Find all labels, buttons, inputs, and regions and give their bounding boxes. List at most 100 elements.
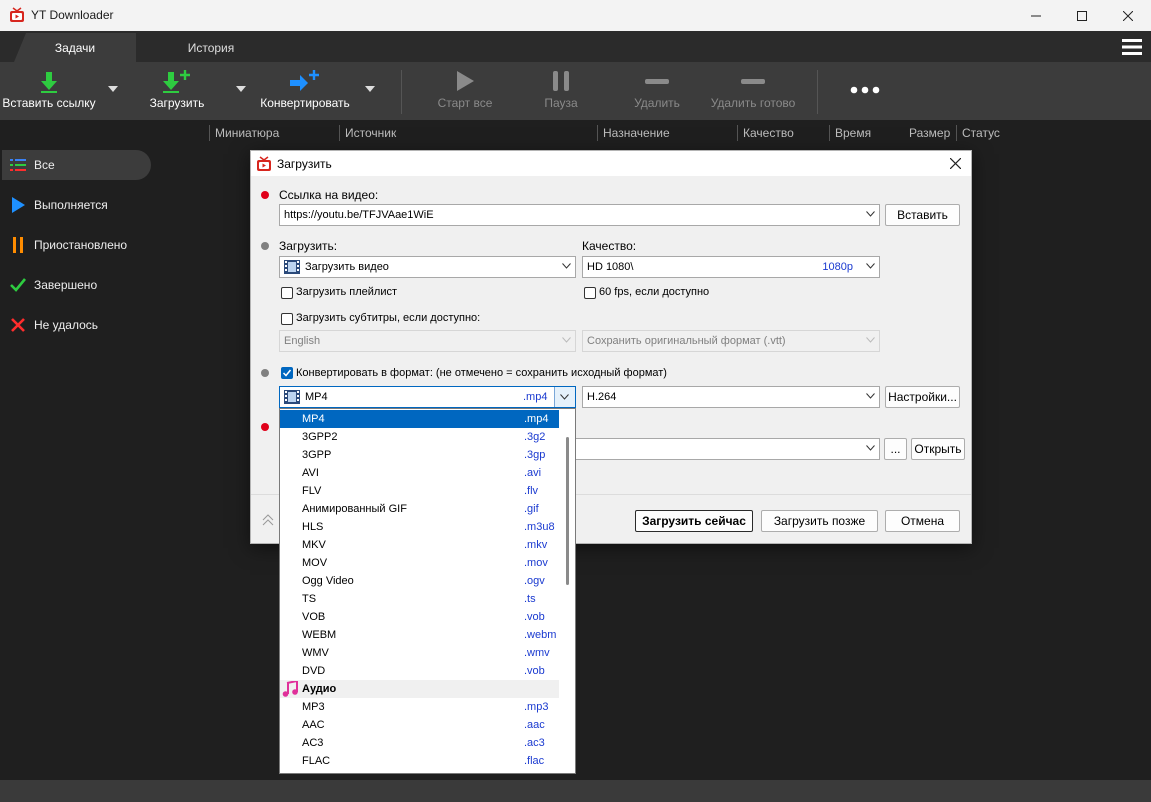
collapse-chevrons-icon[interactable]: [262, 514, 274, 526]
download-later-button[interactable]: Загрузить позже: [761, 510, 878, 532]
paste-button[interactable]: Вставить: [885, 204, 960, 226]
fps-checkbox-label: 60 fps, если доступно: [599, 286, 710, 298]
dropdown-option[interactable]: MP4 .mp4: [280, 410, 559, 428]
playlist-checkbox[interactable]: [281, 287, 293, 299]
convert-checkbox-label: Конвертировать в формат: (не отмечено = …: [296, 367, 667, 379]
sidebar-item-running[interactable]: Выполняется: [2, 190, 151, 220]
tab-history[interactable]: История: [150, 33, 272, 62]
option-extension: .mov: [524, 557, 548, 569]
download-type-select[interactable]: Загрузить видео: [279, 256, 576, 278]
convert-button[interactable]: Конвертировать: [258, 66, 352, 118]
convert-checkbox[interactable]: [281, 367, 293, 379]
pause-button[interactable]: Пауза: [530, 66, 592, 118]
download-now-button[interactable]: Загрузить сейчас: [635, 510, 753, 532]
dropdown-option[interactable]: WEBM .webm: [280, 626, 559, 644]
dropdown-option[interactable]: Анимированный GIF .gif: [280, 500, 559, 518]
dropdown-option[interactable]: AC3 .ac3: [280, 734, 559, 752]
maximize-button[interactable]: [1059, 0, 1105, 31]
codec-select[interactable]: H.264: [582, 386, 880, 408]
play-icon: [457, 71, 474, 91]
dropdown-option[interactable]: 3GPP .3gp: [280, 446, 559, 464]
dropdown-option[interactable]: FLAC .flac: [280, 752, 559, 770]
close-icon[interactable]: [950, 158, 961, 169]
option-extension: .mp4: [524, 413, 549, 425]
chevron-down-icon[interactable]: [236, 86, 246, 92]
format-select[interactable]: MP4 .mp4: [279, 386, 576, 408]
chevron-down-icon[interactable]: [866, 211, 875, 217]
film-icon: [284, 390, 300, 404]
format-value: MP4: [305, 391, 328, 403]
dropdown-option[interactable]: MP3 .mp3: [280, 698, 559, 716]
open-folder-button[interactable]: Открыть: [911, 438, 965, 460]
settings-button[interactable]: Настройки...: [885, 386, 960, 408]
chevron-down-icon[interactable]: [365, 86, 375, 92]
option-extension: .vob: [524, 665, 545, 677]
column-header-source[interactable]: Источник: [339, 125, 396, 141]
dropdown-option[interactable]: AAC .aac: [280, 716, 559, 734]
format-dropdown-button[interactable]: [554, 387, 575, 407]
music-note-icon: [282, 681, 298, 697]
url-field[interactable]: https://youtu.be/TFJVAae1WiE: [279, 204, 880, 226]
pause-label: Пауза: [544, 96, 578, 110]
column-header-destination[interactable]: Назначение: [597, 125, 670, 141]
download-add-icon: [163, 70, 190, 93]
dropdown-option[interactable]: HLS .m3u8: [280, 518, 559, 536]
delete-button[interactable]: Удалить: [624, 66, 690, 118]
start-all-button[interactable]: Старт все: [430, 66, 500, 118]
codec-value: H.264: [587, 391, 617, 403]
sidebar-item-all[interactable]: Все: [2, 150, 151, 180]
dropdown-option[interactable]: 3GPP2 .3g2: [280, 428, 559, 446]
delete-label: Удалить: [634, 96, 680, 110]
app-logo-icon: [10, 7, 24, 22]
dropdown-option[interactable]: MKV .mkv: [280, 536, 559, 554]
scrollbar-thumb[interactable]: [566, 437, 569, 585]
column-header-thumbnail[interactable]: Миниатюра: [209, 125, 279, 141]
option-extension: .avi: [524, 467, 542, 479]
dropdown-option[interactable]: MOV .mov: [280, 554, 559, 572]
chevron-down-icon: [560, 394, 569, 400]
dropdown-option[interactable]: TS .ts: [280, 590, 559, 608]
sidebar-item-failed[interactable]: Не удалось: [2, 310, 151, 340]
column-header-time[interactable]: Время: [829, 125, 871, 141]
hamburger-menu-icon[interactable]: [1122, 38, 1142, 56]
subtitles-checkbox[interactable]: [281, 313, 293, 325]
checkmark-icon: [282, 369, 292, 377]
column-header-status[interactable]: Статус: [956, 125, 1000, 141]
app-logo-icon: [257, 156, 271, 171]
delete-done-button[interactable]: Удалить готово: [706, 66, 800, 118]
more-icon[interactable]: [850, 86, 880, 94]
option-name: VOB: [302, 611, 326, 623]
chevron-down-icon[interactable]: [108, 86, 118, 92]
fps-checkbox[interactable]: [584, 287, 596, 299]
browse-button[interactable]: ...: [884, 438, 907, 460]
option-extension: .3gp: [524, 449, 546, 461]
column-header-size[interactable]: Размер: [904, 125, 950, 141]
dropdown-option[interactable]: WMV .wmv: [280, 644, 559, 662]
tab-tasks[interactable]: Задачи: [14, 33, 136, 62]
chevron-down-icon[interactable]: [866, 445, 875, 451]
paste-link-button[interactable]: Вставить ссылку: [2, 66, 96, 118]
subtitles-checkbox-label: Загрузить субтитры, если доступно:: [296, 312, 481, 324]
option-name: AAC: [302, 719, 325, 731]
dropdown-option[interactable]: VOB .vob: [280, 608, 559, 626]
sidebar-item-label: Не удалось: [34, 318, 99, 332]
option-extension: .flv: [524, 485, 539, 497]
sidebar-item-paused[interactable]: Приостановлено: [2, 230, 151, 260]
minimize-button[interactable]: [1013, 0, 1059, 31]
quality-select[interactable]: HD 1080\ 1080p: [582, 256, 880, 278]
toolbar-separator: [401, 70, 402, 114]
destination-field[interactable]: [551, 438, 880, 460]
download-type-value: Загрузить видео: [305, 261, 389, 273]
dropdown-option[interactable]: AVI .avi: [280, 464, 559, 482]
download-button[interactable]: Загрузить: [141, 66, 213, 118]
chevron-down-icon: [562, 263, 571, 269]
dropdown-option[interactable]: Ogg Video .ogv: [280, 572, 559, 590]
option-name: WMV: [302, 647, 329, 659]
close-window-button[interactable]: [1105, 0, 1151, 31]
dropdown-option[interactable]: DVD .vob: [280, 662, 559, 680]
sidebar-item-completed[interactable]: Завершено: [2, 270, 151, 300]
column-header-quality[interactable]: Качество: [737, 125, 794, 141]
cancel-button[interactable]: Отмена: [885, 510, 960, 532]
dropdown-option[interactable]: FLV .flv: [280, 482, 559, 500]
delete-done-label: Удалить готово: [710, 96, 796, 110]
